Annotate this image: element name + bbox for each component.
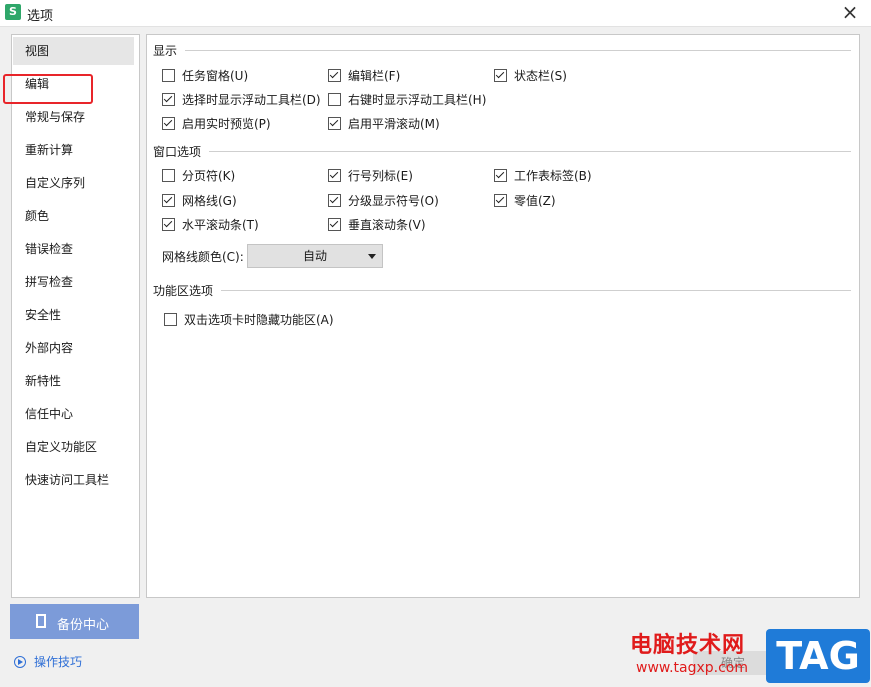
checkbox-row-col-headers[interactable]: 行号列标(E)	[328, 166, 413, 184]
close-button[interactable]: ×	[839, 2, 861, 24]
sidebar-item-trust-center[interactable]: 信任中心	[13, 400, 134, 428]
divider	[185, 50, 851, 51]
checkbox-float-toolbar-select[interactable]: 选择时显示浮动工具栏(D)	[162, 90, 321, 108]
divider	[221, 290, 851, 291]
checkbox-status-bar[interactable]: 状态栏(S)	[494, 66, 567, 84]
checkbox-checked-icon	[494, 68, 507, 82]
checkbox-sheet-tabs[interactable]: 工作表标签(B)	[494, 166, 592, 184]
checkbox-label: 任务窗格(U)	[182, 68, 249, 83]
checkbox-checked-icon	[328, 116, 341, 130]
app-logo-icon: S	[5, 4, 21, 20]
sidebar-item-color[interactable]: 颜色	[13, 202, 134, 230]
divider	[209, 151, 851, 152]
checkbox-icon	[162, 68, 175, 82]
options-panel: 显示 任务窗格(U) 编辑栏(F) 状态栏(S) 选择时显示浮动工具栏(D) 右…	[146, 34, 860, 598]
sidebar-item-custom-lists[interactable]: 自定义序列	[13, 169, 134, 197]
tips-link[interactable]: 操作技巧	[14, 653, 82, 670]
window-title: 选项	[27, 9, 54, 24]
checkbox-label: 右键时显示浮动工具栏(H)	[348, 92, 487, 107]
sidebar-item-quick-access[interactable]: 快速访问工具栏	[13, 466, 134, 494]
checkbox-label: 行号列标(E)	[348, 168, 413, 183]
backup-icon	[36, 614, 46, 628]
checkbox-checked-icon	[328, 168, 341, 182]
sidebar-item-new-features[interactable]: 新特性	[13, 367, 134, 395]
dropdown-arrow-icon	[368, 254, 376, 259]
checkbox-label: 水平滚动条(T)	[182, 217, 259, 232]
checkbox-vertical-scrollbar[interactable]: 垂直滚动条(V)	[328, 215, 426, 233]
checkbox-float-toolbar-rightclick[interactable]: 右键时显示浮动工具栏(H)	[328, 90, 486, 108]
window-options-section-title: 窗口选项	[153, 145, 202, 159]
display-section-title: 显示	[153, 44, 178, 58]
sidebar-item-view[interactable]: 视图	[13, 37, 134, 65]
checkbox-label: 零值(Z)	[514, 193, 556, 208]
sidebar-item-security[interactable]: 安全性	[13, 301, 134, 329]
checkbox-icon	[164, 312, 177, 326]
checkbox-label: 工作表标签(B)	[514, 168, 592, 183]
backup-center-button[interactable]: 备份中心	[10, 604, 139, 639]
checkbox-checked-icon	[328, 193, 341, 207]
watermark-text: 电脑技术网	[630, 633, 746, 658]
play-circle-icon	[14, 655, 26, 668]
checkbox-checked-icon	[162, 217, 175, 231]
sidebar-item-general-save[interactable]: 常规与保存	[13, 103, 134, 131]
checkbox-label: 编辑栏(F)	[348, 68, 401, 83]
tips-label: 操作技巧	[34, 655, 83, 669]
checkbox-label: 启用平滑滚动(M)	[348, 116, 440, 131]
checkbox-zero-values[interactable]: 零值(Z)	[494, 191, 556, 209]
backup-center-label: 备份中心	[57, 618, 110, 633]
sidebar-item-external-content[interactable]: 外部内容	[13, 334, 134, 362]
checkbox-live-preview[interactable]: 启用实时预览(P)	[162, 114, 271, 132]
options-sidebar: 视图 编辑 常规与保存 重新计算 自定义序列 颜色 错误检查 拼写检查 安全性 …	[11, 34, 140, 598]
checkbox-label: 双击选项卡时隐藏功能区(A)	[184, 312, 334, 327]
sidebar-item-recalculate[interactable]: 重新计算	[13, 136, 134, 164]
checkbox-hide-ribbon-doubleclick[interactable]: 双击选项卡时隐藏功能区(A)	[164, 310, 334, 328]
watermark-tag-logo: TAG	[766, 629, 870, 683]
checkbox-page-breaks[interactable]: 分页符(K)	[162, 166, 235, 184]
gridline-color-label: 网格线颜色(C):	[162, 250, 244, 264]
checkbox-label: 选择时显示浮动工具栏(D)	[182, 92, 321, 107]
checkbox-horizontal-scrollbar[interactable]: 水平滚动条(T)	[162, 215, 259, 233]
sidebar-item-error-check[interactable]: 错误检查	[13, 235, 134, 263]
checkbox-smooth-scroll[interactable]: 启用平滑滚动(M)	[328, 114, 440, 132]
checkbox-task-pane[interactable]: 任务窗格(U)	[162, 66, 248, 84]
checkbox-checked-icon	[328, 68, 341, 82]
checkbox-label: 启用实时预览(P)	[182, 116, 271, 131]
checkbox-label: 网格线(G)	[182, 193, 237, 208]
checkbox-checked-icon	[494, 168, 507, 182]
checkbox-icon	[162, 168, 175, 182]
title-bar: S 选项 ×	[0, 0, 871, 27]
checkbox-label: 分页符(K)	[182, 168, 236, 183]
watermark: 电脑技术网 www.tagxp.com TAG	[630, 627, 871, 687]
checkbox-checked-icon	[162, 193, 175, 207]
highlight-box	[3, 74, 93, 104]
gridline-color-value: 自动	[302, 249, 327, 263]
checkbox-checked-icon	[162, 92, 175, 106]
checkbox-icon	[328, 92, 341, 106]
checkbox-gridlines[interactable]: 网格线(G)	[162, 191, 237, 209]
gridline-color-select[interactable]: 自动	[247, 244, 383, 268]
sidebar-item-custom-ribbon[interactable]: 自定义功能区	[13, 433, 134, 461]
checkbox-checked-icon	[494, 193, 507, 207]
watermark-url: www.tagxp.com	[636, 660, 748, 676]
checkbox-label: 垂直滚动条(V)	[348, 217, 426, 232]
checkbox-label: 分级显示符号(O)	[348, 193, 439, 208]
sidebar-item-spell-check[interactable]: 拼写检查	[13, 268, 134, 296]
checkbox-label: 状态栏(S)	[514, 68, 567, 83]
checkbox-checked-icon	[162, 116, 175, 130]
checkbox-formula-bar[interactable]: 编辑栏(F)	[328, 66, 400, 84]
checkbox-outline-symbols[interactable]: 分级显示符号(O)	[328, 191, 439, 209]
checkbox-checked-icon	[328, 217, 341, 231]
ribbon-section-title: 功能区选项	[153, 284, 214, 298]
